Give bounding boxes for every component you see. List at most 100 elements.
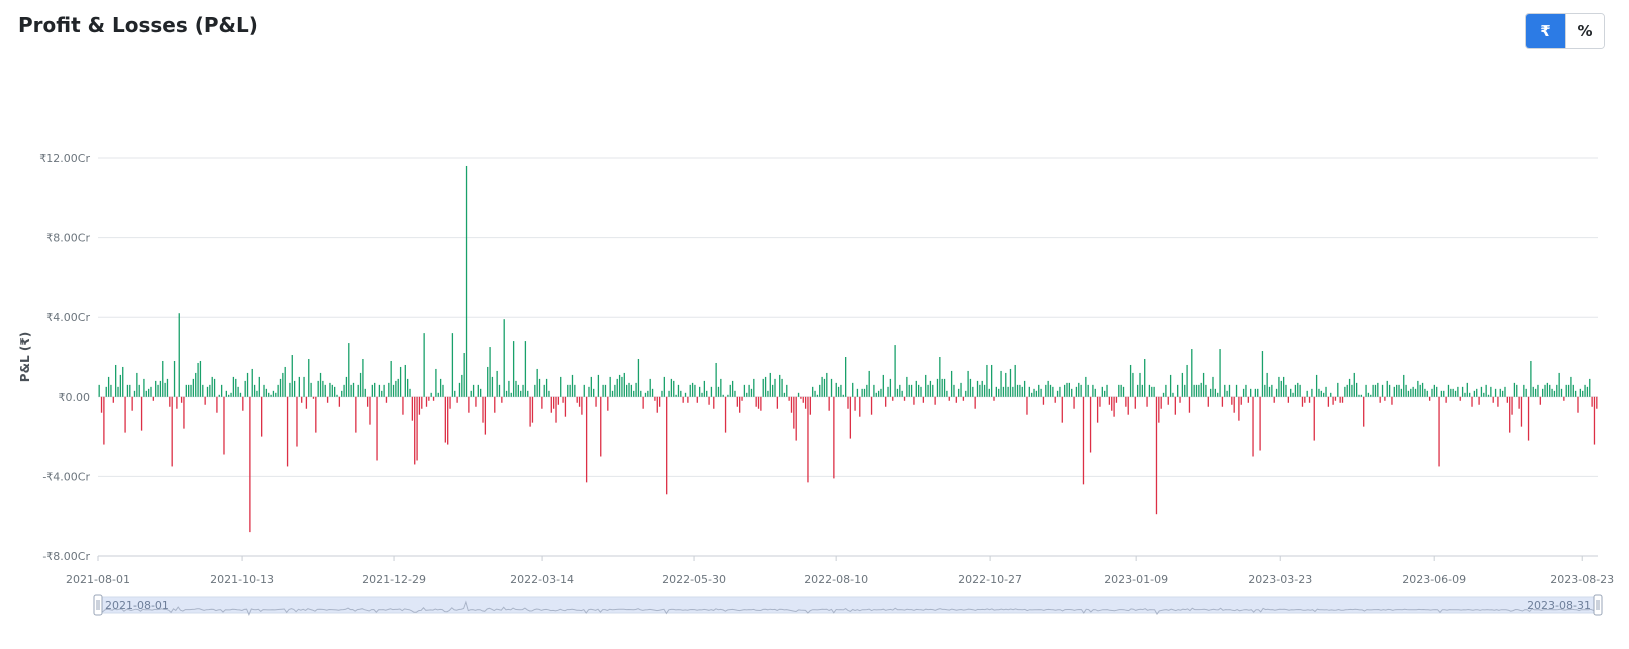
bar — [1104, 390, 1106, 397]
x-tick-label: 2022-05-30 — [662, 573, 726, 586]
bar — [962, 396, 965, 401]
bar — [1478, 396, 1480, 405]
bar — [866, 384, 868, 397]
bar — [1523, 384, 1525, 397]
rupee-toggle-button[interactable]: ₹ — [1526, 14, 1565, 48]
bar — [1113, 396, 1115, 417]
bar — [1186, 364, 1188, 397]
bar — [691, 382, 694, 397]
bar — [352, 382, 355, 397]
bar — [458, 382, 461, 397]
zoom-handle-end[interactable] — [1593, 594, 1603, 616]
bar — [988, 388, 990, 397]
bar — [658, 396, 661, 407]
bar — [1169, 374, 1172, 397]
bar — [1589, 378, 1591, 397]
bar — [1214, 388, 1216, 397]
bar — [1005, 372, 1007, 397]
bar — [480, 388, 482, 397]
zoom-handle-start[interactable] — [93, 594, 103, 616]
bar — [277, 384, 279, 397]
bar — [783, 392, 786, 397]
bar — [972, 386, 974, 397]
bar — [906, 376, 908, 397]
bar — [814, 390, 816, 397]
bar — [877, 390, 880, 397]
bar — [256, 390, 258, 397]
percent-toggle-button[interactable]: % — [1565, 14, 1604, 48]
bar — [538, 378, 541, 397]
bar — [1447, 384, 1450, 397]
bar — [611, 390, 614, 397]
bar — [1049, 384, 1052, 397]
bar — [1261, 351, 1264, 397]
bar — [614, 384, 616, 397]
bar — [1212, 376, 1214, 397]
bar — [1372, 384, 1374, 397]
bar — [225, 390, 227, 397]
bar — [986, 364, 988, 397]
bar — [520, 390, 522, 397]
bar — [1542, 388, 1544, 397]
bar — [731, 380, 734, 397]
bar — [743, 384, 746, 397]
bar — [1181, 372, 1184, 397]
bar — [593, 388, 595, 397]
bar — [1089, 396, 1092, 453]
bar — [680, 390, 682, 397]
bar — [1405, 384, 1407, 397]
bar — [816, 394, 819, 397]
bar — [1596, 396, 1598, 409]
bar — [720, 378, 722, 397]
bar — [567, 384, 569, 397]
bar — [1007, 386, 1009, 397]
bar — [439, 378, 442, 397]
bar — [449, 396, 451, 409]
bar — [757, 396, 760, 409]
bar — [310, 382, 312, 397]
bar — [915, 380, 917, 397]
bar — [428, 396, 430, 401]
bar — [649, 378, 651, 397]
bar — [1019, 384, 1021, 397]
bar — [929, 380, 932, 397]
bar — [1200, 382, 1202, 397]
bar — [1544, 384, 1546, 397]
bar — [1443, 390, 1445, 397]
bar — [734, 390, 736, 397]
bar — [249, 396, 251, 533]
bar — [1388, 384, 1391, 397]
bar — [421, 396, 423, 409]
bar — [110, 384, 112, 397]
bar — [863, 388, 866, 397]
bar — [684, 392, 687, 397]
bar — [1042, 396, 1045, 405]
bar — [1551, 388, 1553, 397]
bar — [1073, 396, 1075, 409]
bar — [388, 382, 390, 397]
bar — [1136, 384, 1139, 397]
bar — [882, 374, 884, 397]
bar — [251, 368, 253, 397]
bar — [1313, 396, 1315, 441]
bar — [1308, 396, 1311, 403]
bar — [199, 360, 202, 397]
bar — [1584, 384, 1586, 397]
bar — [569, 384, 571, 397]
bar — [995, 386, 997, 397]
bar — [1139, 372, 1141, 397]
bar — [1351, 384, 1353, 397]
bar — [468, 396, 470, 413]
bar — [581, 396, 583, 415]
bar — [1167, 396, 1169, 405]
bar — [1591, 396, 1593, 407]
bar — [901, 390, 903, 397]
bar — [1353, 372, 1355, 397]
bar — [484, 396, 487, 435]
bar — [578, 396, 581, 407]
bar — [482, 396, 484, 423]
bar — [1499, 388, 1501, 397]
bar — [1516, 384, 1518, 397]
bar — [498, 384, 501, 397]
bar — [633, 390, 635, 397]
